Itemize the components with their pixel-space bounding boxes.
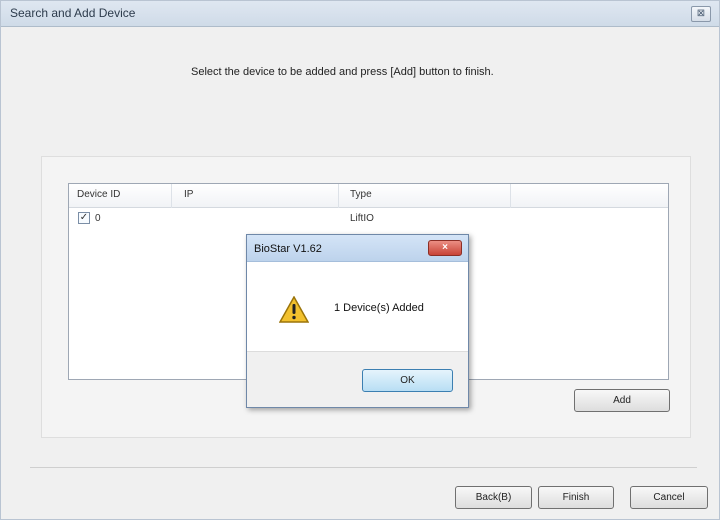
ok-button[interactable]: OK [362, 369, 453, 392]
dialog-close-button[interactable]: × [428, 240, 462, 256]
table-header: Device ID IP Type [69, 184, 668, 208]
device-id-cell: 0 [95, 213, 101, 224]
device-type-cell: LiftIO [350, 213, 374, 224]
dialog-message: 1 Device(s) Added [334, 302, 424, 314]
column-header-type[interactable]: Type [350, 189, 372, 200]
search-and-add-device-window: Search and Add Device ⊠ Select the devic… [0, 0, 720, 520]
dialog-footer: OK [247, 351, 468, 407]
warning-icon [279, 296, 309, 323]
finish-button[interactable]: Finish [538, 486, 614, 509]
add-button[interactable]: Add [574, 389, 670, 412]
dialog-title: BioStar V1.62 [254, 243, 322, 255]
bottom-separator [30, 467, 697, 468]
dialog-titlebar: BioStar V1.62 × [247, 235, 468, 262]
column-divider [338, 184, 339, 208]
window-title: Search and Add Device [10, 6, 136, 20]
column-divider [171, 184, 172, 208]
device-checkbox[interactable]: ✓ [78, 212, 90, 224]
column-header-device-id[interactable]: Device ID [77, 189, 120, 200]
cancel-button[interactable]: Cancel [630, 486, 708, 509]
column-header-ip[interactable]: IP [184, 189, 193, 200]
dialog-body: 1 Device(s) Added [247, 262, 468, 351]
column-divider [510, 184, 511, 208]
instruction-text: Select the device to be added and press … [191, 66, 494, 78]
biostar-message-dialog: BioStar V1.62 × 1 Device(s) Added OK [246, 234, 469, 408]
table-row[interactable]: ✓ 0 LiftIO [69, 208, 668, 228]
close-icon[interactable]: ⊠ [691, 6, 711, 22]
window-titlebar: Search and Add Device ⊠ [1, 1, 719, 27]
back-button[interactable]: Back(B) [455, 486, 532, 509]
